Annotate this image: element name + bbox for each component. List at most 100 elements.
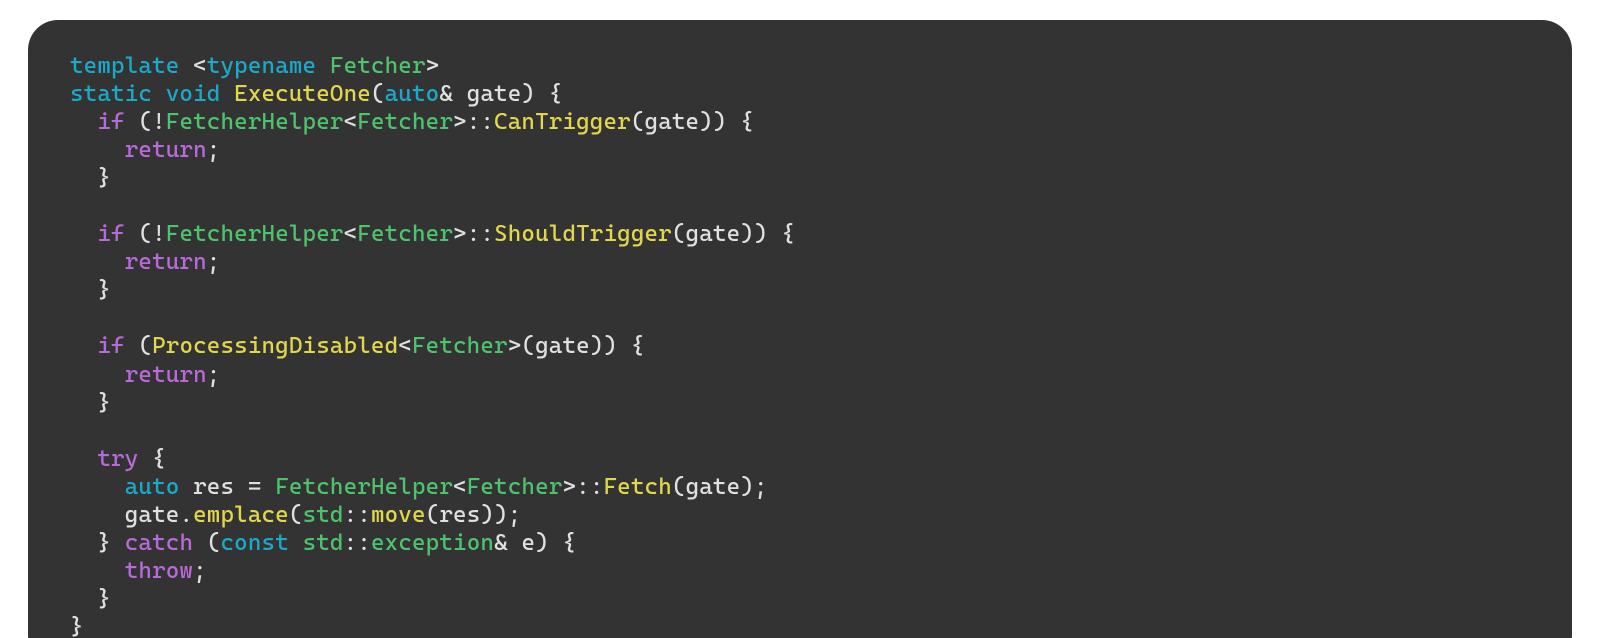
- sp: [727, 109, 741, 135]
- eq: =: [248, 474, 262, 500]
- op: (: [138, 221, 152, 247]
- kw-template: template: [70, 53, 179, 79]
- cp: ): [713, 109, 727, 135]
- fn-move: move: [371, 502, 426, 528]
- ob: {: [740, 109, 754, 135]
- cb: }: [70, 614, 84, 638]
- gt: >: [453, 109, 467, 135]
- cp: ): [699, 109, 713, 135]
- amp: &: [439, 81, 453, 107]
- sp: [617, 333, 631, 359]
- kw-const: const: [221, 530, 289, 556]
- var-gate: gate: [467, 81, 522, 107]
- sp: [262, 474, 276, 500]
- type-fetcher: Fetcher: [357, 109, 453, 135]
- var-gate: gate: [686, 221, 741, 247]
- op: (: [672, 221, 686, 247]
- ns-std: std: [303, 502, 344, 528]
- fn-fetch: Fetch: [604, 474, 672, 500]
- semi: ;: [207, 137, 221, 163]
- fn-processingdisabled: ProcessingDisabled: [152, 333, 398, 359]
- sp: [152, 81, 166, 107]
- lt: <: [344, 221, 358, 247]
- var-gate: gate: [535, 333, 590, 359]
- op: (: [138, 109, 152, 135]
- kw-auto: auto: [385, 81, 440, 107]
- sp: [508, 530, 522, 556]
- op: (: [672, 474, 686, 500]
- gt: >: [508, 333, 522, 359]
- lt: <: [453, 474, 467, 500]
- ob: {: [631, 333, 645, 359]
- type-fetcherhelper: FetcherHelper: [166, 221, 344, 247]
- kw-if: if: [97, 333, 124, 359]
- sp: [768, 221, 782, 247]
- cb: }: [97, 586, 111, 612]
- op: (: [138, 333, 152, 359]
- type-fetcher: Fetcher: [357, 221, 453, 247]
- kw-typename: typename: [207, 53, 316, 79]
- cp: ): [494, 502, 508, 528]
- kw-throw: throw: [125, 558, 193, 584]
- fn-executeone: ExecuteOne: [234, 81, 371, 107]
- code-block: template <typename Fetcher> static void …: [28, 20, 1572, 638]
- amp: &: [494, 530, 508, 556]
- cp: ): [535, 530, 549, 556]
- op: (: [631, 109, 645, 135]
- semi: ;: [193, 558, 207, 584]
- var-res: res: [439, 502, 480, 528]
- kw-auto: auto: [125, 474, 180, 500]
- lt: <: [344, 109, 358, 135]
- kw-catch: catch: [125, 530, 193, 556]
- fn-emplace: emplace: [193, 502, 289, 528]
- sp: [549, 530, 563, 556]
- var-gate: gate: [645, 109, 700, 135]
- var-gate: gate: [125, 502, 180, 528]
- sp: [138, 446, 152, 472]
- fn-cantrigger: CanTrigger: [494, 109, 631, 135]
- not: !: [152, 221, 166, 247]
- sp: [125, 221, 139, 247]
- type-fetcher: Fetcher: [467, 474, 563, 500]
- var-res: res: [193, 474, 234, 500]
- not: !: [152, 109, 166, 135]
- ob: {: [781, 221, 795, 247]
- dcol: ::: [344, 530, 371, 556]
- dot: .: [179, 502, 193, 528]
- sp: [316, 53, 330, 79]
- cb: }: [97, 390, 111, 416]
- sp: [234, 474, 248, 500]
- lt: <: [398, 333, 412, 359]
- kw-if: if: [97, 109, 124, 135]
- sp: [453, 81, 467, 107]
- semi: ;: [508, 502, 522, 528]
- kw-static: static: [70, 81, 152, 107]
- cp: ): [480, 502, 494, 528]
- dcol: ::: [344, 502, 371, 528]
- sp: [220, 81, 234, 107]
- cp: ): [754, 221, 768, 247]
- op: (: [426, 502, 440, 528]
- kw-return: return: [125, 362, 207, 388]
- op: (: [371, 81, 385, 107]
- sp: [193, 530, 207, 556]
- sp: [111, 530, 125, 556]
- cp: ): [604, 333, 618, 359]
- ns-std: std: [303, 530, 344, 556]
- op: (: [207, 530, 221, 556]
- kw-try: try: [97, 446, 138, 472]
- sp: [179, 53, 193, 79]
- kw-void: void: [166, 81, 221, 107]
- sp: [125, 109, 139, 135]
- cb: }: [97, 165, 111, 191]
- kw-return: return: [125, 249, 207, 275]
- sp: [125, 333, 139, 359]
- cp: ): [740, 221, 754, 247]
- semi: ;: [207, 362, 221, 388]
- type-fetcherhelper: FetcherHelper: [166, 109, 344, 135]
- op: (: [289, 502, 303, 528]
- op: (: [521, 333, 535, 359]
- cp: ): [521, 81, 535, 107]
- gt: >: [453, 221, 467, 247]
- code-pre: template <typename Fetcher> static void …: [70, 52, 1530, 638]
